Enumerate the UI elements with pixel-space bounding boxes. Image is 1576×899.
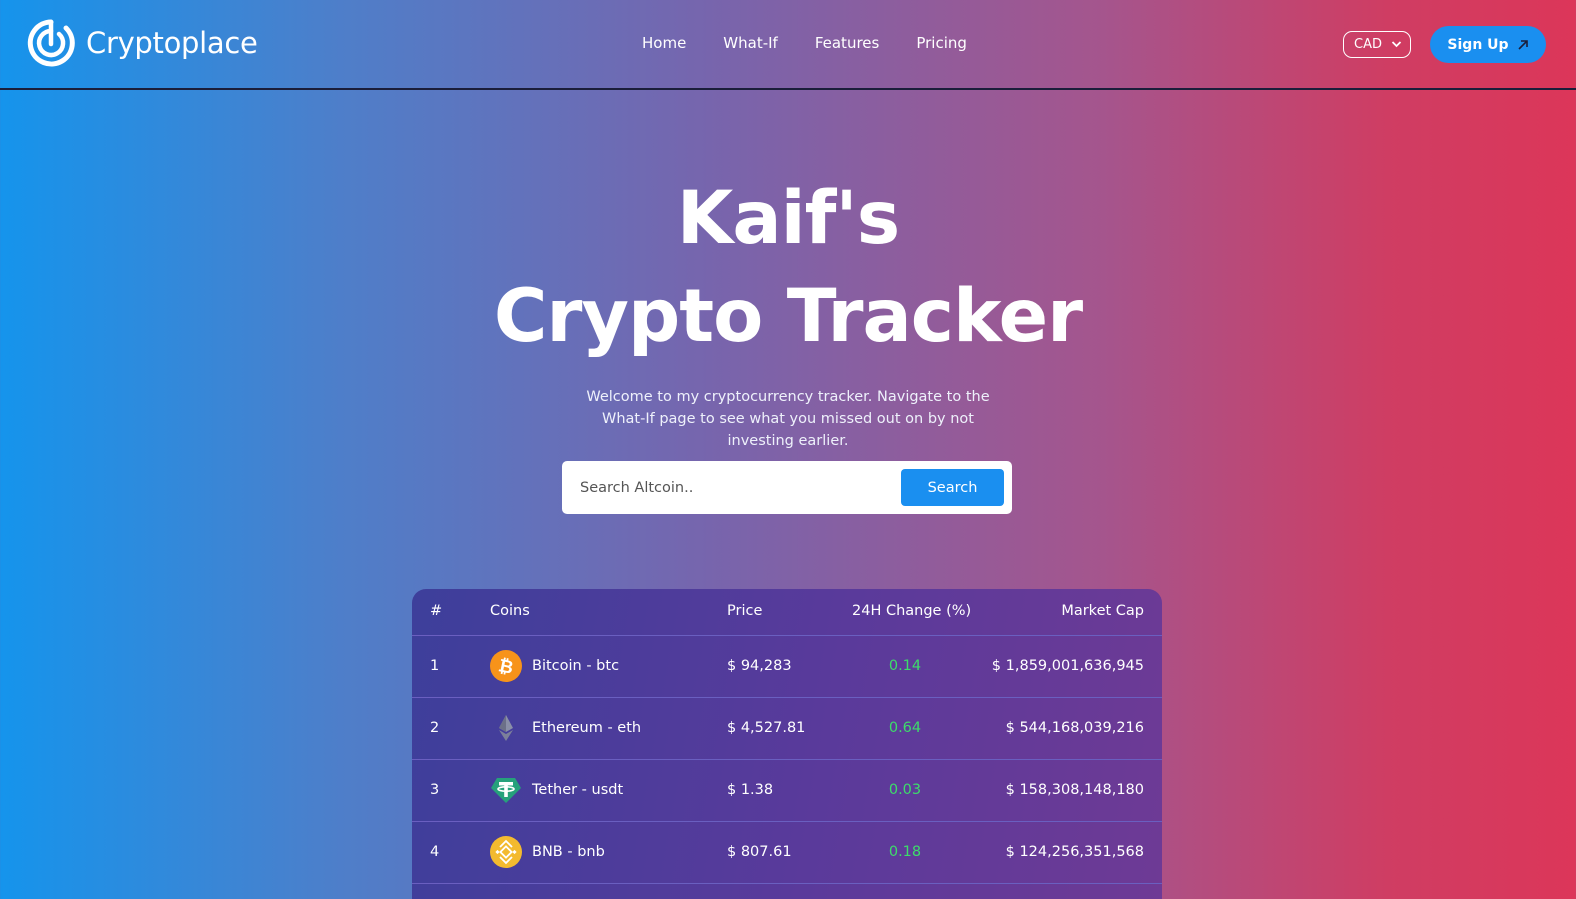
nav-what-if[interactable]: What-If (723, 34, 778, 52)
arrow-up-right-icon (1517, 39, 1528, 50)
col-rank: # (430, 603, 443, 619)
nav-links: Home What-If Features Pricing (642, 34, 1004, 52)
row-change: 0.14 (888, 658, 922, 674)
brand-logo[interactable]: Cryptoplace (26, 18, 258, 68)
row-change: 0.18 (888, 844, 922, 860)
hero-title-line2: Crypto Tracker (493, 274, 1083, 359)
row-price: $ 807.61 (727, 844, 792, 860)
col-coins: Coins (490, 603, 530, 619)
table-row[interactable]: 1 ₿ Bitcoin - btc $ 94,283 0.14 $ 1,859,… (412, 636, 1162, 698)
row-rank: 4 (430, 844, 440, 860)
row-rank: 3 (430, 782, 440, 798)
search-button[interactable]: Search (901, 469, 1004, 506)
row-coin: Bitcoin - btc (532, 658, 620, 674)
search-form: Search (562, 461, 1012, 514)
cryptoplace-logo-icon (27, 19, 75, 67)
currency-select[interactable]: CAD (1343, 31, 1411, 58)
sign-up-button[interactable]: Sign Up (1430, 26, 1546, 63)
row-coin: Tether - usdt (532, 782, 624, 798)
ethereum-icon (499, 715, 513, 741)
row-rank: 1 (430, 658, 440, 674)
row-rank: 2 (430, 720, 440, 736)
row-change: 0.64 (888, 720, 922, 736)
table-header: # Coins Price 24H Change (%) Market Cap (412, 589, 1162, 636)
col-market-cap: Market Cap (1061, 603, 1144, 619)
hero-title-line1: Kaif's (676, 176, 900, 261)
table-row[interactable]: 4 BNB - bnb $ 807.61 0.18 $ 124,256,351,… (412, 822, 1162, 884)
nav-features[interactable]: Features (815, 34, 880, 52)
table-row[interactable]: 3 Tether - usdt $ 1.38 0.03 $ 158,308,14… (412, 760, 1162, 822)
col-price: Price (727, 603, 763, 619)
chevron-down-icon (1391, 36, 1402, 55)
row-coin: Ethereum - eth (532, 720, 642, 736)
row-price: $ 94,283 (727, 658, 792, 674)
row-price: $ 1.38 (727, 782, 774, 798)
row-change: 0.03 (888, 782, 922, 798)
hero-title: Kaif's Crypto Tracker (0, 170, 1576, 366)
currency-value: CAD (1354, 37, 1382, 52)
hero-subtitle: Welcome to my cryptocurrency tracker. Na… (586, 389, 990, 449)
nav-pricing[interactable]: Pricing (916, 34, 967, 52)
tether-icon (491, 778, 521, 803)
bnb-icon (490, 836, 522, 868)
row-market-cap: $ 124,256,351,568 (1005, 844, 1144, 860)
row-market-cap: $ 544,168,039,216 (1005, 720, 1144, 736)
nav-home[interactable]: Home (642, 34, 686, 52)
row-coin: BNB - bnb (532, 844, 605, 860)
row-price: $ 4,527.81 (727, 720, 806, 736)
search-input[interactable] (570, 470, 900, 505)
bitcoin-icon: ₿ (490, 650, 522, 682)
top-navbar: Cryptoplace Home What-If Features Pricin… (0, 0, 1576, 90)
row-market-cap: $ 158,308,148,180 (1005, 782, 1144, 798)
crypto-table: # Coins Price 24H Change (%) Market Cap … (412, 589, 1162, 899)
table-row[interactable]: 2 Ethereum - eth $ 4,527.81 0.64 $ 544,1… (412, 698, 1162, 760)
row-market-cap: $ 1,859,001,636,945 (991, 658, 1144, 674)
brand-name: Cryptoplace (86, 26, 258, 60)
col-24h-change: 24H Change (%) (852, 603, 972, 619)
sign-up-label: Sign Up (1447, 36, 1509, 53)
